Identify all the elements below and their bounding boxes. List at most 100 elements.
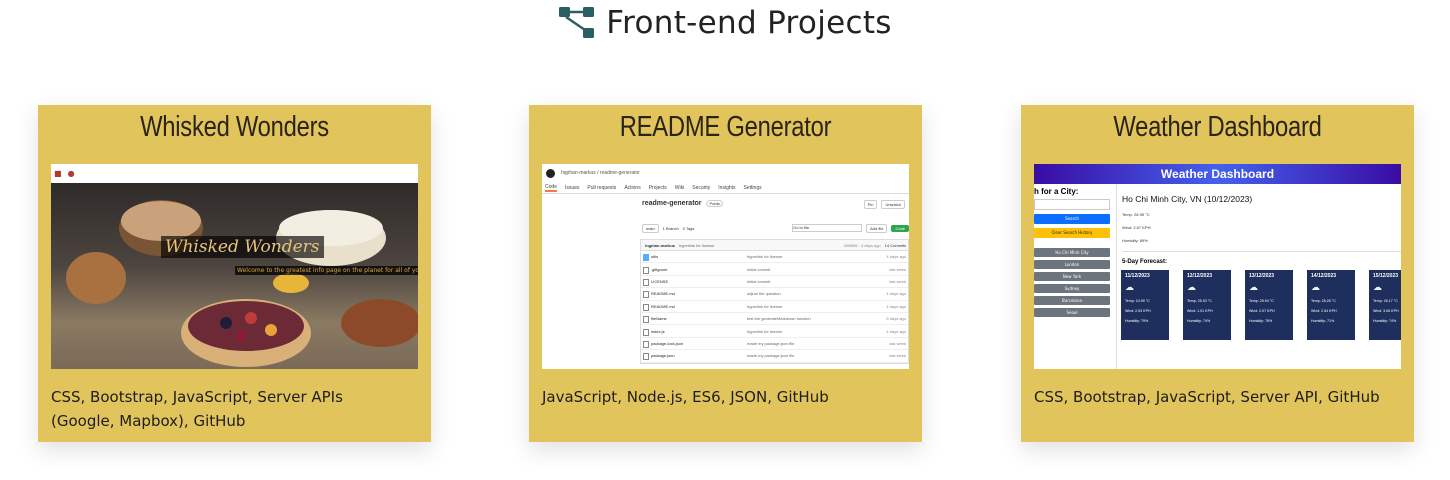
file-name: index.js xyxy=(641,328,747,336)
file-name: package-lock.json xyxy=(641,340,747,348)
github-tabs: Code Issues Pull requests Actions Projec… xyxy=(542,182,909,194)
github-breadcrumb: hqphan-markus / readme-generator xyxy=(561,170,640,176)
forecast-card: 15/12/2023 ☁ Temp: 26.17 °C Wind: 3.06 KPH H… xyxy=(1369,270,1401,340)
file-age: last week xyxy=(889,266,906,272)
search-button: Search xyxy=(1034,214,1110,224)
commit-meta: 08f9f06 · 4 days ago xyxy=(844,242,881,248)
file-row: LICENSE Initial commit last week xyxy=(641,276,908,289)
forecast-card: 11/12/2023 ☁ Temp: 24.99 °C Wind: 2.53 KPH H… xyxy=(1121,270,1169,340)
tab-actions: Actions xyxy=(624,184,641,191)
file-name: fileName xyxy=(641,316,747,324)
tab-security: Security xyxy=(692,184,711,191)
pastries-illustration xyxy=(66,200,418,367)
tab-projects: Projects xyxy=(648,184,667,191)
project-card-weather-dashboard[interactable]: Weather Dashboard Weather Dashboard h fo… xyxy=(1021,105,1414,442)
forecast-humidity: Humidity: 76% xyxy=(1249,319,1273,323)
divider xyxy=(1116,184,1117,369)
forecast-date: 14/12/2023 xyxy=(1311,273,1337,279)
visibility-badge: Public xyxy=(706,200,724,207)
project-tech: JavaScript, Node.js, ES6, JSON, GitHub xyxy=(542,388,829,406)
file-row: index.js hyperlink for license 4 days ago xyxy=(641,325,908,338)
file-age: 4 days ago xyxy=(886,328,906,334)
file-row: package.json made my package.json file las… xyxy=(641,350,908,363)
forecast-date: 12/12/2023 xyxy=(1187,273,1213,279)
repo-name: readme-generator Public xyxy=(642,200,724,207)
section-header: Front-end Projects xyxy=(0,5,1450,41)
project-screenshot[interactable]: ■ ● Whisked Wonders Welcome to the great… xyxy=(51,164,418,369)
commit-author: hqphan-markus xyxy=(645,242,676,248)
cloud-icon: ☁ xyxy=(1187,282,1196,292)
project-screenshot[interactable]: Weather Dashboard h for a City: Search C… xyxy=(1034,164,1401,369)
file-row: README.md hyperlink for license 4 days ago xyxy=(641,301,908,313)
bakery-hero-image xyxy=(51,183,418,369)
file-commit-message: made my package.json file xyxy=(747,353,795,359)
project-title: Whisked Wonders xyxy=(140,111,329,143)
pin-button: Pin xyxy=(863,200,878,209)
file-commit-message: Initial commit xyxy=(747,278,771,284)
sitemap-icon xyxy=(559,7,595,38)
github-topbar: hqphan-markus / readme-generator xyxy=(542,164,909,182)
file-commit-message: test the generateMarkdown function xyxy=(747,316,811,322)
tab-wiki: Wiki xyxy=(674,184,685,191)
file-name: README.md xyxy=(641,303,747,311)
divider xyxy=(1122,251,1401,252)
map-pin-icon: ● xyxy=(67,169,75,178)
current-humidity: Humidity: 89% xyxy=(1122,238,1148,243)
file-row: utils hyperlink for license 4 days ago xyxy=(641,251,908,264)
city-history-list: Ho Chi Minh City London New York Sydney … xyxy=(1034,248,1116,317)
file-commit-message: hyperlink for license xyxy=(747,303,783,309)
forecast-cards: 11/12/2023 ☁ Temp: 24.99 °C Wind: 2.53 KPH H… xyxy=(1121,270,1401,340)
file-name: package.json xyxy=(641,353,747,361)
file-commit-message: hyperlink for license xyxy=(747,328,783,334)
file-commit-message: Initial commit xyxy=(747,266,771,272)
current-wind: Wind: 2.67 KPH xyxy=(1122,225,1151,230)
tab-pull-requests: Pull requests xyxy=(587,184,617,191)
forecast-temp: Temp: 24.99 °C xyxy=(1125,299,1150,303)
forecast-card: 13/12/2023 ☁ Temp: 25.94 °C Wind: 2.07 KPH H… xyxy=(1245,270,1293,340)
tab-insights: Insights xyxy=(718,184,736,191)
forecast-date: 11/12/2023 xyxy=(1125,273,1150,279)
commit-header: hqphan-markus hyperlink for license 08f9… xyxy=(641,240,908,251)
weather-sidebar: h for a City: Search Clear Search Histor… xyxy=(1034,184,1116,369)
forecast-temp: Temp: 26.28 °C xyxy=(1311,299,1336,303)
forecast-temp: Temp: 25.94 °C xyxy=(1249,299,1274,303)
forecast-temp: Temp: 26.17 °C xyxy=(1373,299,1398,303)
forecast-wind: Wind: 1.91 KPH xyxy=(1187,309,1213,313)
city-history-item: New York xyxy=(1034,272,1110,281)
forecast-card: 12/12/2023 ☁ Temp: 25.93 °C Wind: 1.91 KPH H… xyxy=(1183,270,1231,340)
project-title: Weather Dashboard xyxy=(1113,111,1322,143)
section-title: Front-end Projects xyxy=(606,5,892,41)
file-name: utils xyxy=(641,254,747,262)
city-history-item: Barcelona xyxy=(1034,296,1110,305)
clear-history-button: Clear Search History xyxy=(1034,228,1110,238)
project-screenshot[interactable]: hqphan-markus / readme-generator Code Is… xyxy=(542,164,909,369)
city-history-item: Sydney xyxy=(1034,284,1110,293)
forecast-wind: Wind: 3.06 KPH xyxy=(1373,309,1399,313)
repo-toolbar: main 1 Branch 0 Tags Go to file Add file… xyxy=(642,223,909,233)
forecast-temp: Temp: 25.93 °C xyxy=(1187,299,1212,303)
page: Front-end Projects Whisked Wonders ■ ● W… xyxy=(0,0,1450,480)
tab-code: Code xyxy=(545,183,557,192)
file-commit-message: hyperlink for license xyxy=(747,254,783,260)
tab-settings: Settings xyxy=(743,184,762,191)
file-row: package-lock.json made my package.json fi… xyxy=(641,338,908,351)
project-title: README Generator xyxy=(619,111,832,143)
file-row: README.md adjust the question 4 days ago xyxy=(641,288,908,301)
city-history-item: Seoul xyxy=(1034,308,1110,317)
file-age: last week xyxy=(889,340,906,346)
forecast-wind: Wind: 2.53 KPH xyxy=(1125,309,1151,313)
forecast-card: 14/12/2023 ☁ Temp: 26.28 °C Wind: 2.54 KPH H… xyxy=(1307,270,1355,340)
add-file-button: Add file xyxy=(866,223,888,233)
go-to-file-input: Go to file xyxy=(792,224,863,232)
commit-message: hyperlink for license xyxy=(679,242,715,248)
bakery-hero-title: Whisked Wonders xyxy=(161,236,324,258)
forecast-date: 15/12/2023 xyxy=(1373,273,1399,279)
city-history-item: Ho Chi Minh City xyxy=(1034,248,1110,257)
cloud-icon: ☁ xyxy=(1125,282,1134,292)
project-card-whisked-wonders[interactable]: Whisked Wonders ■ ● Whisked Wonders Welc… xyxy=(38,105,431,442)
file-commit-message: adjust the question xyxy=(747,291,781,297)
project-card-readme-generator[interactable]: README Generator hqphan-markus / readme-… xyxy=(529,105,922,442)
project-tech: CSS, Bootstrap, JavaScript, Server API, … xyxy=(1034,388,1380,406)
file-age: last week xyxy=(889,278,906,284)
file-age: 5 days ago xyxy=(886,316,906,322)
